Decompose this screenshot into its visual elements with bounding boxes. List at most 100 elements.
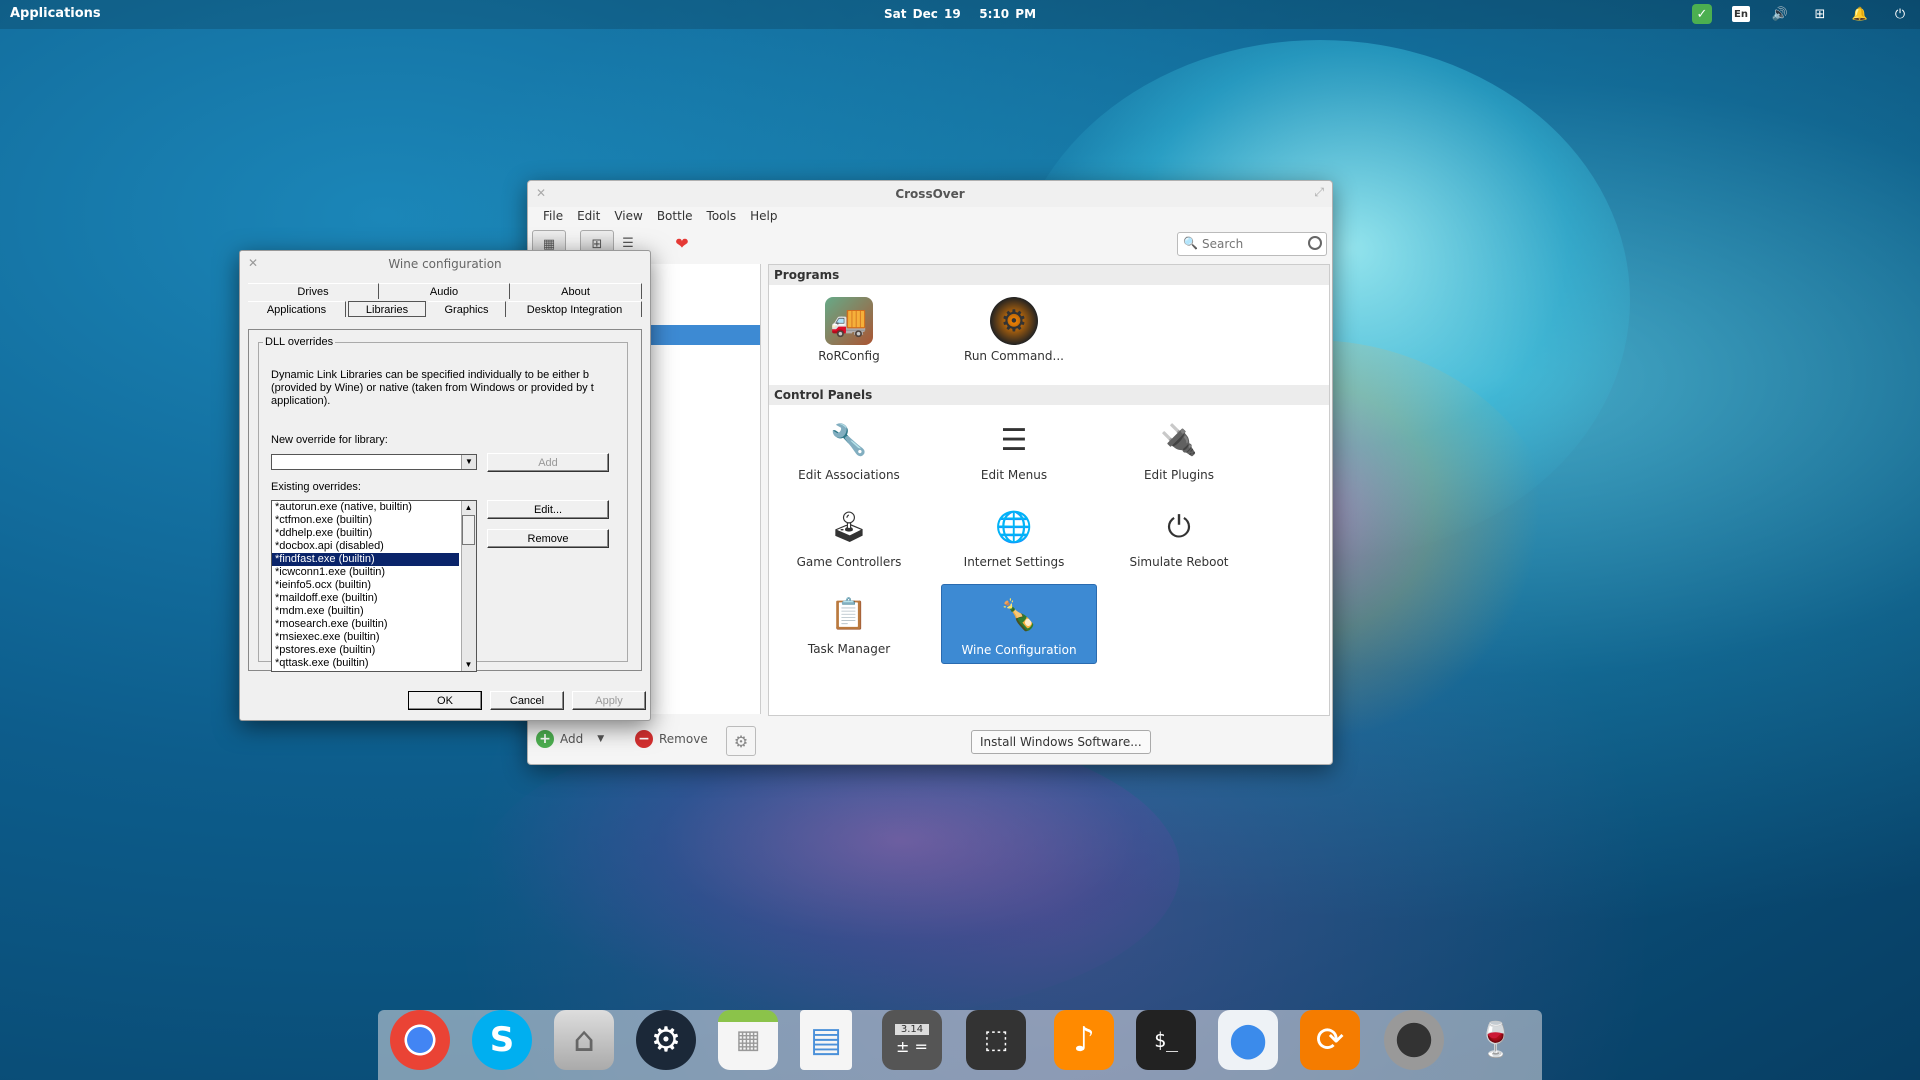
list-item[interactable]: *icwconn1.exe (builtin) (272, 566, 459, 579)
scrollbar-thumb[interactable] (462, 515, 475, 545)
maximize-icon[interactable]: ⤢ (1314, 185, 1324, 200)
add-override-button[interactable]: Add (487, 453, 609, 472)
tab-drives[interactable]: Drives (248, 283, 379, 299)
install-software-button[interactable]: Install Windows Software... (971, 730, 1151, 754)
menu-edit[interactable]: Edit (570, 207, 607, 227)
cancel-button[interactable]: Cancel (490, 691, 564, 710)
volume-icon[interactable]: 🔊 (1770, 4, 1790, 24)
skype-icon[interactable]: S (472, 1010, 532, 1070)
menu-help[interactable]: Help (743, 207, 784, 227)
list-item[interactable]: *mosearch.exe (builtin) (272, 618, 459, 631)
edit-override-button[interactable]: Edit... (487, 500, 609, 519)
search-box[interactable]: 🔍 (1177, 232, 1327, 256)
panel-edit-plugins[interactable]: 🔌 Edit Plugins (1099, 410, 1259, 488)
menu-file[interactable]: File (536, 207, 570, 227)
panel-label: Wine Configuration (961, 643, 1077, 657)
task-manager-icon: 📋 (830, 596, 868, 632)
panel-task-manager[interactable]: 📋 Task Manager (769, 584, 929, 662)
update-icon[interactable]: ⟳ (1300, 1010, 1360, 1070)
dock (378, 1010, 1542, 1080)
list-icon: ☰ (622, 235, 634, 251)
chrome-icon[interactable] (390, 1010, 450, 1070)
remove-override-button[interactable]: Remove (487, 529, 609, 548)
window-title: CrossOver (895, 187, 965, 201)
search-icon: 🔍 (1183, 236, 1198, 250)
overrides-list[interactable]: *autorun.exe (native, builtin) *ctfmon.e… (271, 500, 477, 672)
clear-search-icon[interactable] (1308, 236, 1322, 250)
panel-edit-menus[interactable]: ☰ Edit Menus (934, 410, 1094, 488)
scroll-down-icon[interactable]: ▼ (462, 658, 475, 671)
list-item[interactable]: *mdm.exe (builtin) (272, 605, 459, 618)
tab-applications[interactable]: Applications (248, 301, 346, 317)
update-check-icon[interactable]: ✓ (1692, 4, 1712, 24)
music-icon[interactable]: ♪ (1054, 1010, 1114, 1070)
list-item[interactable]: *docbox.api (disabled) (272, 540, 459, 553)
clock[interactable]: Sat Dec 19 5:10 PM (0, 7, 1920, 21)
tab-about[interactable]: About (510, 283, 642, 299)
search-input[interactable] (1200, 235, 1304, 253)
description-text: Dynamic Link Libraries can be specified … (271, 369, 594, 407)
tab-libraries[interactable]: Libraries (348, 301, 426, 317)
chevron-down-icon[interactable]: ▼ (461, 455, 476, 469)
tab-desktop-integration[interactable]: Desktop Integration (508, 301, 642, 317)
list-item[interactable]: *ieinfo5.ocx (builtin) (272, 579, 459, 592)
notifications-icon[interactable]: 🔔 (1850, 4, 1870, 24)
list-item[interactable]: *ctfmon.exe (builtin) (272, 514, 459, 527)
list-item[interactable]: *msiexec.exe (builtin) (272, 631, 459, 644)
panel-game-controllers[interactable]: 🕹 Game Controllers (769, 497, 929, 575)
panel-label: Internet Settings (963, 555, 1065, 569)
remove-bottle-button[interactable]: − Remove (635, 730, 708, 748)
keyboard-layout-indicator[interactable]: En (1732, 6, 1750, 22)
calendar-icon[interactable]: ▦ (718, 1010, 778, 1070)
tab-row-bottom: Applications Libraries Graphics Desktop … (248, 301, 642, 318)
libraries-panel: DLL overrides Dynamic Link Libraries can… (248, 329, 642, 672)
remove-label: Remove (659, 732, 708, 746)
panel-internet-settings[interactable]: 🌐 Internet Settings (934, 497, 1094, 575)
wine-config-titlebar[interactable]: ✕ Wine configuration (240, 251, 650, 275)
program-run-command[interactable]: ⚙ Run Command... (934, 291, 1094, 369)
list-item[interactable]: *pstores.exe (builtin) (272, 644, 459, 657)
list-item[interactable]: *ddhelp.exe (builtin) (272, 527, 459, 540)
power-icon[interactable]: ⏻ (1890, 4, 1910, 24)
tab-audio[interactable]: Audio (379, 283, 510, 299)
list-item[interactable]: *autorun.exe (native, builtin) (272, 501, 459, 514)
terminal-icon[interactable]: $_ (1136, 1010, 1196, 1070)
list-item[interactable]: *qttask.exe (builtin) (272, 657, 459, 670)
add-bottle-button[interactable]: + Add ▼ (536, 730, 604, 748)
panel-label: Edit Menus (980, 468, 1048, 482)
list-item[interactable]: *maildoff.exe (builtin) (272, 592, 459, 605)
favorites-button[interactable]: ❤ (666, 230, 698, 256)
crossover-titlebar[interactable]: ✕ CrossOver ⤢ (528, 181, 1332, 207)
menu-tools[interactable]: Tools (700, 207, 744, 227)
plus-icon: + (536, 730, 554, 748)
switchboard-icon[interactable]: ⬤ (1218, 1010, 1278, 1070)
reboot-icon: ⏻ (1167, 509, 1191, 545)
menu-view[interactable]: View (607, 207, 649, 227)
crossover-icon[interactable] (1384, 1010, 1444, 1070)
panel-label: Edit Plugins (1143, 468, 1215, 482)
panel-wine-configuration[interactable]: 🍾 Wine Configuration (941, 584, 1097, 664)
list-scrollbar[interactable]: ▲ ▼ (461, 501, 476, 671)
program-rorconfig[interactable]: 🚚 RoRConfig (769, 291, 929, 369)
files-icon[interactable]: ⌂ (554, 1010, 614, 1070)
new-override-combo[interactable]: ▼ (271, 454, 477, 470)
screenshot-icon[interactable]: ⬚ (966, 1010, 1026, 1070)
scroll-up-icon[interactable]: ▲ (462, 501, 475, 514)
document-icon[interactable]: ▤ (800, 1010, 852, 1070)
list-item-selected[interactable]: *findfast.exe (builtin) (272, 553, 459, 566)
wine-bottle-icon: 🍾 (1000, 597, 1038, 633)
joystick-icon: 🕹 (829, 509, 869, 545)
panel-edit-associations[interactable]: 🔧 Edit Associations (769, 410, 929, 488)
calculator-icon[interactable]: 3.14 ± = (882, 1010, 942, 1070)
chevron-down-icon[interactable]: ▼ (597, 734, 604, 744)
network-icon[interactable]: ⊞ (1810, 4, 1830, 24)
minus-icon: − (635, 730, 653, 748)
bottle-settings-button[interactable]: ⚙ (726, 726, 756, 756)
apply-button[interactable]: Apply (572, 691, 646, 710)
steam-icon[interactable]: ⚙ (636, 1010, 696, 1070)
panel-simulate-reboot[interactable]: ⏻ Simulate Reboot (1099, 497, 1259, 575)
tab-graphics[interactable]: Graphics (428, 301, 506, 317)
menu-bottle[interactable]: Bottle (650, 207, 700, 227)
wine-tools-icon[interactable]: 🍷 (1466, 1010, 1526, 1070)
ok-button[interactable]: OK (408, 691, 482, 710)
